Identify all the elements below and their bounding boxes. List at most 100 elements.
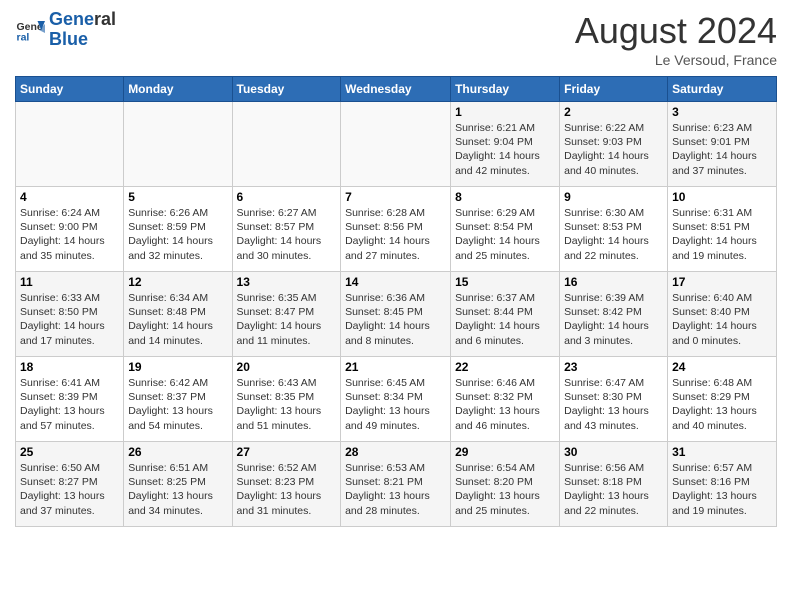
calendar-table: SundayMondayTuesdayWednesdayThursdayFrid… [15,76,777,527]
day-info: Sunrise: 6:35 AM Sunset: 8:47 PM Dayligh… [237,291,337,348]
calendar-cell: 8Sunrise: 6:29 AM Sunset: 8:54 PM Daylig… [451,187,560,272]
day-info: Sunrise: 6:21 AM Sunset: 9:04 PM Dayligh… [455,121,555,178]
day-number: 25 [20,445,119,459]
calendar-cell: 25 Sunrise: 6:50 AM Sunset: 8:27 PM Dayli… [16,442,124,527]
calendar-week-4: 18Sunrise: 6:41 AM Sunset: 8:39 PM Dayli… [16,357,777,442]
calendar-cell: 3 Sunrise: 6:23 AM Sunset: 9:01 PM Daylig… [668,102,777,187]
day-info: Sunrise: 6:27 AM Sunset: 8:57 PM Dayligh… [237,206,337,263]
calendar-cell: 29 Sunrise: 6:54 AM Sunset: 8:20 PM Dayli… [451,442,560,527]
day-info: Sunrise: 6:37 AM Sunset: 8:44 PM Dayligh… [455,291,555,348]
calendar-cell: 10 Sunrise: 6:31 AM Sunset: 8:51 PM Dayli… [668,187,777,272]
day-info: Sunrise: 6:56 AM Sunset: 8:18 PM Dayligh… [564,461,663,518]
day-number: 2 [564,105,663,119]
calendar-cell: 28 Sunrise: 6:53 AM Sunset: 8:21 PM Dayli… [341,442,451,527]
day-info: Sunrise: 6:54 AM Sunset: 8:20 PM Dayligh… [455,461,555,518]
day-number: 11 [20,275,119,289]
day-number: 24 [672,360,772,374]
calendar-cell: 5Sunrise: 6:26 AM Sunset: 8:59 PM Daylig… [124,187,232,272]
calendar-cell: 18Sunrise: 6:41 AM Sunset: 8:39 PM Dayli… [16,357,124,442]
day-number: 6 [237,190,337,204]
svg-text:ral: ral [17,31,30,43]
logo-icon: Gene ral [15,15,45,45]
calendar-cell [16,102,124,187]
logo-text: GeneralBlue [49,10,116,50]
day-info: Sunrise: 6:24 AM Sunset: 9:00 PM Dayligh… [20,206,119,263]
day-info: Sunrise: 6:46 AM Sunset: 8:32 PM Dayligh… [455,376,555,433]
day-info: Sunrise: 6:40 AM Sunset: 8:40 PM Dayligh… [672,291,772,348]
calendar-cell: 14Sunrise: 6:36 AM Sunset: 8:45 PM Dayli… [341,272,451,357]
day-info: Sunrise: 6:34 AM Sunset: 8:48 PM Dayligh… [128,291,227,348]
calendar-cell: 30Sunrise: 6:56 AM Sunset: 8:18 PM Dayli… [560,442,668,527]
day-number: 12 [128,275,227,289]
day-info: Sunrise: 6:39 AM Sunset: 8:42 PM Dayligh… [564,291,663,348]
calendar-header-row: SundayMondayTuesdayWednesdayThursdayFrid… [16,77,777,102]
day-info: Sunrise: 6:50 AM Sunset: 8:27 PM Dayligh… [20,461,119,518]
calendar-cell: 20 Sunrise: 6:43 AM Sunset: 8:35 PM Dayli… [232,357,341,442]
calendar-cell: 27 Sunrise: 6:52 AM Sunset: 8:23 PM Dayli… [232,442,341,527]
day-number: 17 [672,275,772,289]
day-info: Sunrise: 6:52 AM Sunset: 8:23 PM Dayligh… [237,461,337,518]
calendar-cell: 17 Sunrise: 6:40 AM Sunset: 8:40 PM Dayli… [668,272,777,357]
header-friday: Friday [560,77,668,102]
calendar-cell: 12 Sunrise: 6:34 AM Sunset: 8:48 PM Dayli… [124,272,232,357]
calendar-week-2: 4 Sunrise: 6:24 AM Sunset: 9:00 PM Daylig… [16,187,777,272]
calendar-cell [232,102,341,187]
day-number: 16 [564,275,663,289]
calendar-cell: 11Sunrise: 6:33 AM Sunset: 8:50 PM Dayli… [16,272,124,357]
day-number: 23 [564,360,663,374]
day-number: 26 [128,445,227,459]
day-info: Sunrise: 6:26 AM Sunset: 8:59 PM Dayligh… [128,206,227,263]
header-monday: Monday [124,77,232,102]
month-title: August 2024 [575,10,777,52]
day-info: Sunrise: 6:36 AM Sunset: 8:45 PM Dayligh… [345,291,446,348]
day-info: Sunrise: 6:22 AM Sunset: 9:03 PM Dayligh… [564,121,663,178]
calendar-cell: 23 Sunrise: 6:47 AM Sunset: 8:30 PM Dayli… [560,357,668,442]
page-header: Gene ral GeneralBlue August 2024 Le Vers… [15,10,777,68]
day-number: 20 [237,360,337,374]
day-number: 9 [564,190,663,204]
day-info: Sunrise: 6:47 AM Sunset: 8:30 PM Dayligh… [564,376,663,433]
day-info: Sunrise: 6:53 AM Sunset: 8:21 PM Dayligh… [345,461,446,518]
calendar-cell: 21 Sunrise: 6:45 AM Sunset: 8:34 PM Dayli… [341,357,451,442]
calendar-cell: 22 Sunrise: 6:46 AM Sunset: 8:32 PM Dayli… [451,357,560,442]
day-number: 31 [672,445,772,459]
calendar-cell: 15Sunrise: 6:37 AM Sunset: 8:44 PM Dayli… [451,272,560,357]
header-sunday: Sunday [16,77,124,102]
day-info: Sunrise: 6:48 AM Sunset: 8:29 PM Dayligh… [672,376,772,433]
day-number: 27 [237,445,337,459]
day-info: Sunrise: 6:23 AM Sunset: 9:01 PM Dayligh… [672,121,772,178]
calendar-cell: 19Sunrise: 6:42 AM Sunset: 8:37 PM Dayli… [124,357,232,442]
day-number: 1 [455,105,555,119]
calendar-cell: 2 Sunrise: 6:22 AM Sunset: 9:03 PM Daylig… [560,102,668,187]
day-number: 28 [345,445,446,459]
header-thursday: Thursday [451,77,560,102]
calendar-cell: 31 Sunrise: 6:57 AM Sunset: 8:16 PM Dayli… [668,442,777,527]
day-number: 8 [455,190,555,204]
day-info: Sunrise: 6:43 AM Sunset: 8:35 PM Dayligh… [237,376,337,433]
calendar-cell: 24 Sunrise: 6:48 AM Sunset: 8:29 PM Dayli… [668,357,777,442]
day-info: Sunrise: 6:51 AM Sunset: 8:25 PM Dayligh… [128,461,227,518]
calendar-week-5: 25 Sunrise: 6:50 AM Sunset: 8:27 PM Dayli… [16,442,777,527]
day-info: Sunrise: 6:31 AM Sunset: 8:51 PM Dayligh… [672,206,772,263]
calendar-cell [124,102,232,187]
calendar-cell: 26 Sunrise: 6:51 AM Sunset: 8:25 PM Dayli… [124,442,232,527]
header-saturday: Saturday [668,77,777,102]
day-number: 22 [455,360,555,374]
calendar-cell: 4 Sunrise: 6:24 AM Sunset: 9:00 PM Daylig… [16,187,124,272]
day-number: 4 [20,190,119,204]
calendar-cell: 16 Sunrise: 6:39 AM Sunset: 8:42 PM Dayli… [560,272,668,357]
day-number: 10 [672,190,772,204]
calendar-cell [341,102,451,187]
day-number: 18 [20,360,119,374]
day-number: 7 [345,190,446,204]
day-number: 3 [672,105,772,119]
day-info: Sunrise: 6:57 AM Sunset: 8:16 PM Dayligh… [672,461,772,518]
day-number: 29 [455,445,555,459]
calendar-cell: 7Sunrise: 6:28 AM Sunset: 8:56 PM Daylig… [341,187,451,272]
day-info: Sunrise: 6:42 AM Sunset: 8:37 PM Dayligh… [128,376,227,433]
calendar-week-3: 11Sunrise: 6:33 AM Sunset: 8:50 PM Dayli… [16,272,777,357]
calendar-cell: 1 Sunrise: 6:21 AM Sunset: 9:04 PM Daylig… [451,102,560,187]
day-number: 21 [345,360,446,374]
header-tuesday: Tuesday [232,77,341,102]
day-info: Sunrise: 6:45 AM Sunset: 8:34 PM Dayligh… [345,376,446,433]
